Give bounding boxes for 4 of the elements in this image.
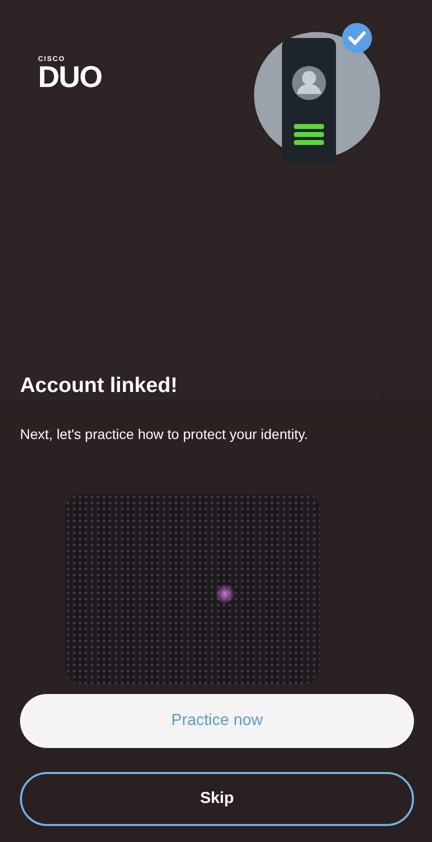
skip-button[interactable]: Skip	[20, 772, 414, 826]
message-text: Next, let's practice how to protect your identity.	[20, 426, 309, 442]
heading: Account linked!	[20, 374, 179, 398]
logo-wordmark: DUO	[38, 63, 102, 93]
